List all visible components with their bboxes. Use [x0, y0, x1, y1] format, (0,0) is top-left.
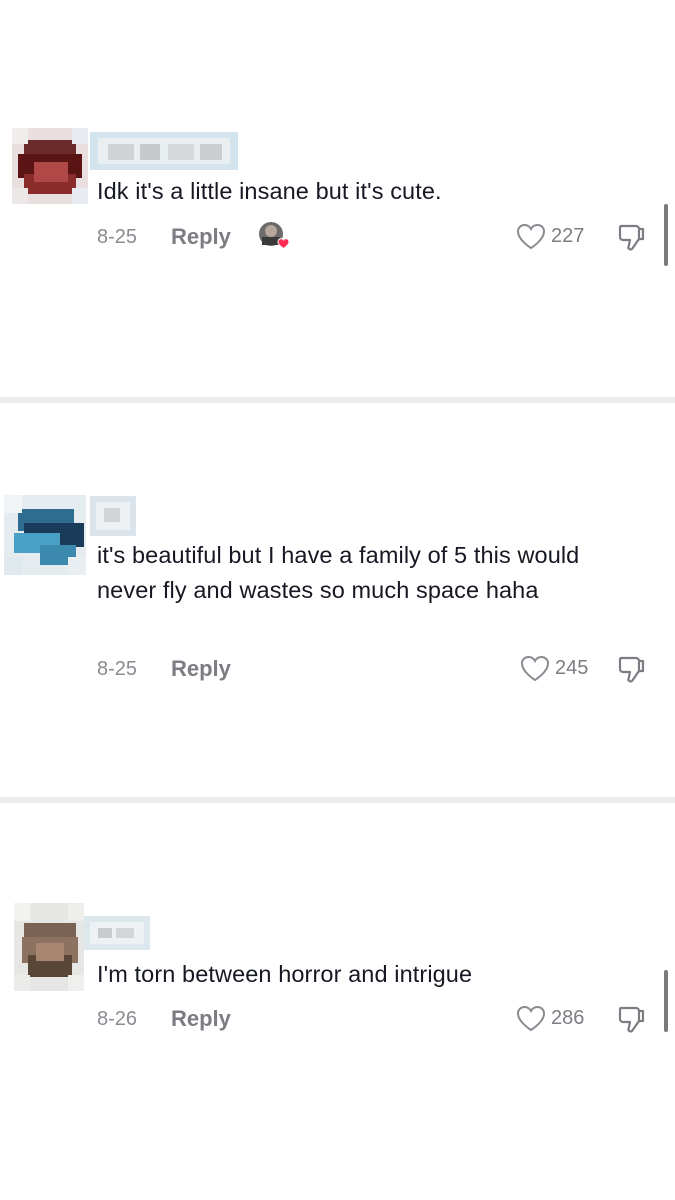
dislike-button[interactable]	[617, 221, 647, 253]
comment-item: it's beautiful but I have a family of 5 …	[0, 403, 675, 797]
like-count: 245	[555, 656, 589, 679]
username-blurred[interactable]	[90, 132, 238, 170]
creator-liked-heart-icon	[257, 220, 291, 250]
comment-text: Idk it's a little insane but it's cute.	[97, 178, 442, 204]
avatar[interactable]	[4, 495, 86, 575]
comment-item: Idk it's a little insane but it's cute. …	[0, 0, 675, 398]
comment-meta: 8-25 Reply 227	[97, 222, 667, 252]
like-count: 286	[551, 1006, 585, 1029]
like-count: 227	[551, 224, 585, 247]
comment-date: 8-25	[97, 658, 138, 680]
comment-meta: 8-25 Reply 245	[97, 654, 667, 684]
heart-outline-icon	[516, 223, 546, 250]
scroll-indicator[interactable]	[664, 204, 668, 266]
comment-text: it's beautiful but I have a family of 5 …	[97, 542, 580, 603]
reply-button[interactable]: Reply	[171, 1006, 231, 1032]
comment-item: I'm torn between horror and intrigue 8-2…	[0, 803, 675, 1200]
avatar[interactable]	[14, 903, 84, 991]
like-button[interactable]: 227	[515, 222, 584, 250]
scroll-indicator[interactable]	[664, 970, 668, 1032]
thumbs-down-icon	[618, 656, 645, 683]
like-button[interactable]: 245	[519, 654, 588, 682]
dislike-button[interactable]	[617, 1003, 647, 1035]
heart-outline-icon	[520, 655, 550, 682]
reply-button[interactable]: Reply	[171, 224, 231, 250]
reply-button[interactable]: Reply	[171, 656, 231, 682]
heart-outline-icon	[516, 1005, 546, 1032]
username-blurred[interactable]	[84, 916, 150, 950]
comment-date: 8-26	[97, 1008, 138, 1030]
comment-text: I'm torn between horror and intrigue	[97, 961, 473, 987]
thumbs-down-icon	[618, 1006, 645, 1033]
comment-date: 8-25	[97, 226, 138, 248]
username-blurred[interactable]	[90, 496, 136, 536]
thumbs-down-icon	[618, 224, 645, 251]
dislike-button[interactable]	[617, 653, 647, 685]
avatar[interactable]	[12, 128, 88, 204]
like-button[interactable]: 286	[515, 1004, 584, 1032]
comment-meta: 8-26 Reply 286	[97, 1004, 667, 1034]
